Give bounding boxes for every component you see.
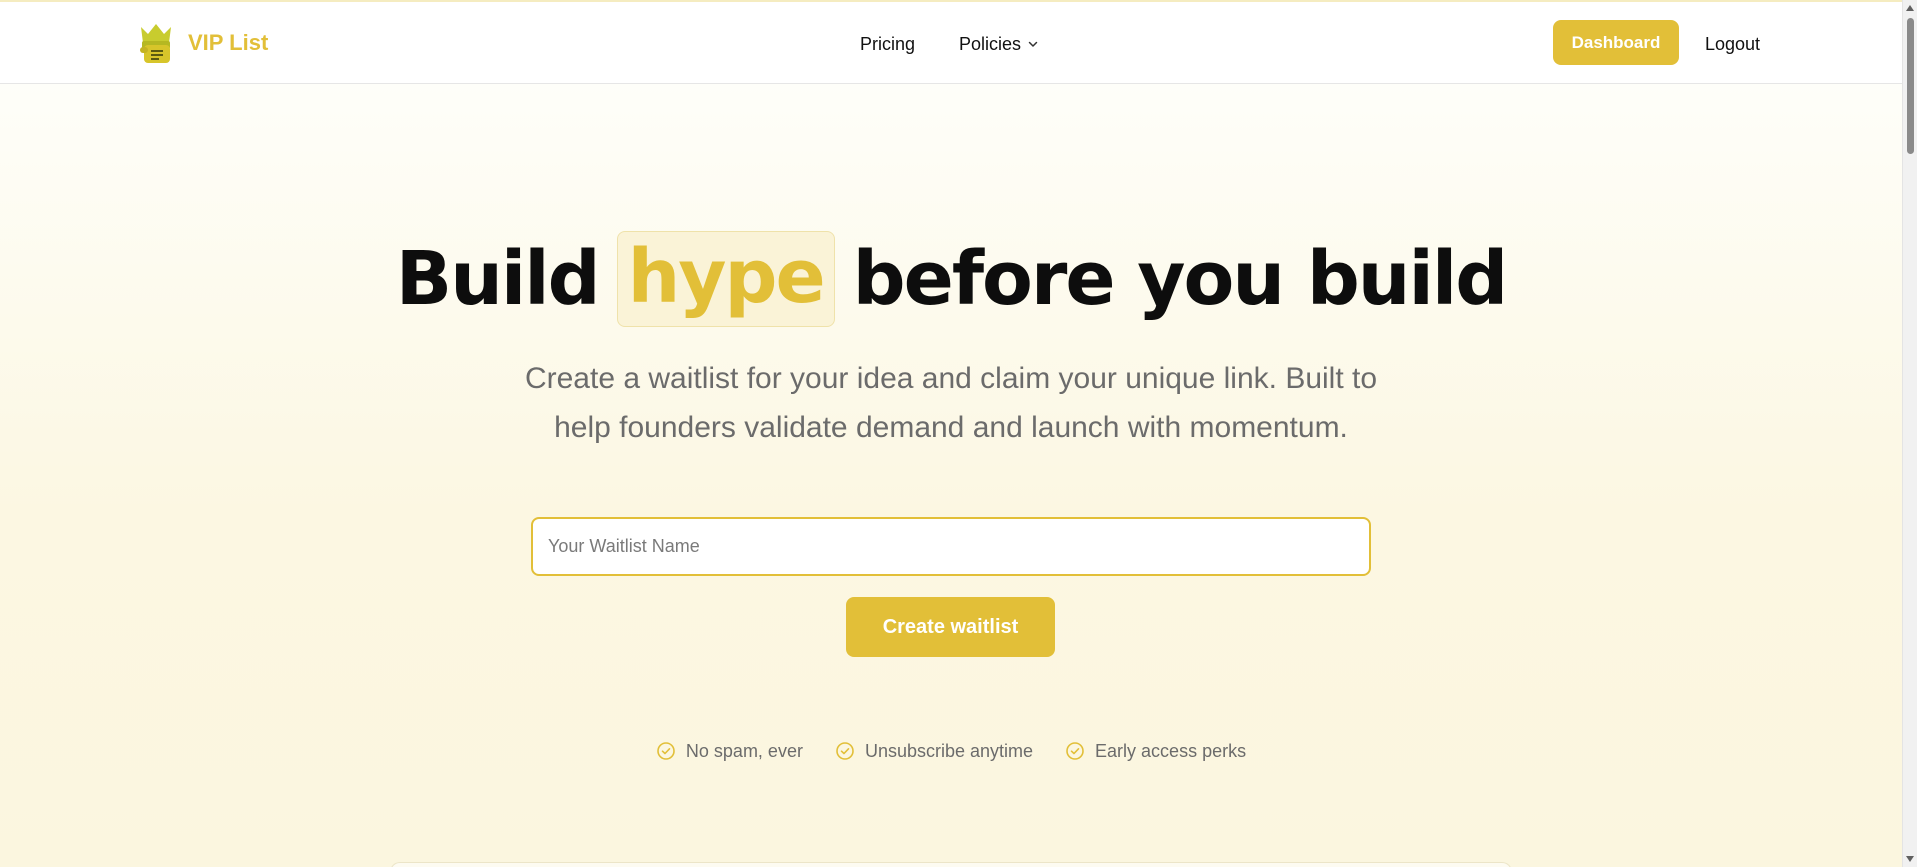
- nav-link-pricing[interactable]: Pricing: [860, 34, 915, 55]
- perk-label: Unsubscribe anytime: [864, 740, 1034, 761]
- scrollbar-thumb[interactable]: [1907, 18, 1914, 154]
- top-navbar: VIP List Pricing Policies Dashboard Logo…: [0, 2, 1902, 84]
- dashboard-button[interactable]: Dashboard: [1553, 20, 1679, 65]
- check-circle-icon: [1066, 742, 1084, 760]
- headline-after: before you build: [852, 236, 1509, 322]
- hero-headline: Build hype before you build: [0, 224, 1902, 334]
- preview-card-edge: [390, 862, 1512, 867]
- chevron-down-icon: [1028, 41, 1038, 47]
- hero-subtitle: Create a waitlist for your idea and clai…: [524, 362, 1378, 444]
- perk-label: Early access perks: [1095, 740, 1247, 761]
- headline-before: Build: [395, 236, 601, 322]
- perk-item: Early access perks: [1065, 741, 1246, 762]
- crown-scroll-icon: [140, 24, 171, 63]
- perk-item: Unsubscribe anytime: [835, 741, 1033, 762]
- scroll-up-arrow-icon[interactable]: [1906, 5, 1914, 11]
- logout-button[interactable]: Logout: [1705, 30, 1760, 58]
- headline-highlight: hype: [616, 231, 835, 327]
- create-waitlist-button[interactable]: Create waitlist: [846, 597, 1055, 657]
- nav-link-policies-label: Policies: [959, 33, 1022, 54]
- nav-link-policies[interactable]: Policies: [959, 34, 1039, 55]
- perk-label: No spam, ever: [685, 740, 803, 761]
- page-scrollbar[interactable]: [1902, 0, 1917, 867]
- perk-item: No spam, ever: [656, 741, 803, 762]
- hero-section: Build hype before you build Create a wai…: [0, 84, 1902, 867]
- brand-link[interactable]: VIP List: [138, 20, 268, 66]
- waitlist-name-input[interactable]: [531, 517, 1371, 576]
- brand-name: VIP List: [188, 30, 269, 55]
- main-nav: Pricing Policies: [860, 30, 1039, 58]
- check-circle-icon: [836, 742, 854, 760]
- check-circle-icon: [657, 742, 675, 760]
- nav-link-pricing-label: Pricing: [860, 33, 916, 54]
- perks-list: No spam, ever Unsubscribe anytime Early …: [0, 738, 1902, 764]
- scroll-down-arrow-icon[interactable]: [1906, 856, 1914, 862]
